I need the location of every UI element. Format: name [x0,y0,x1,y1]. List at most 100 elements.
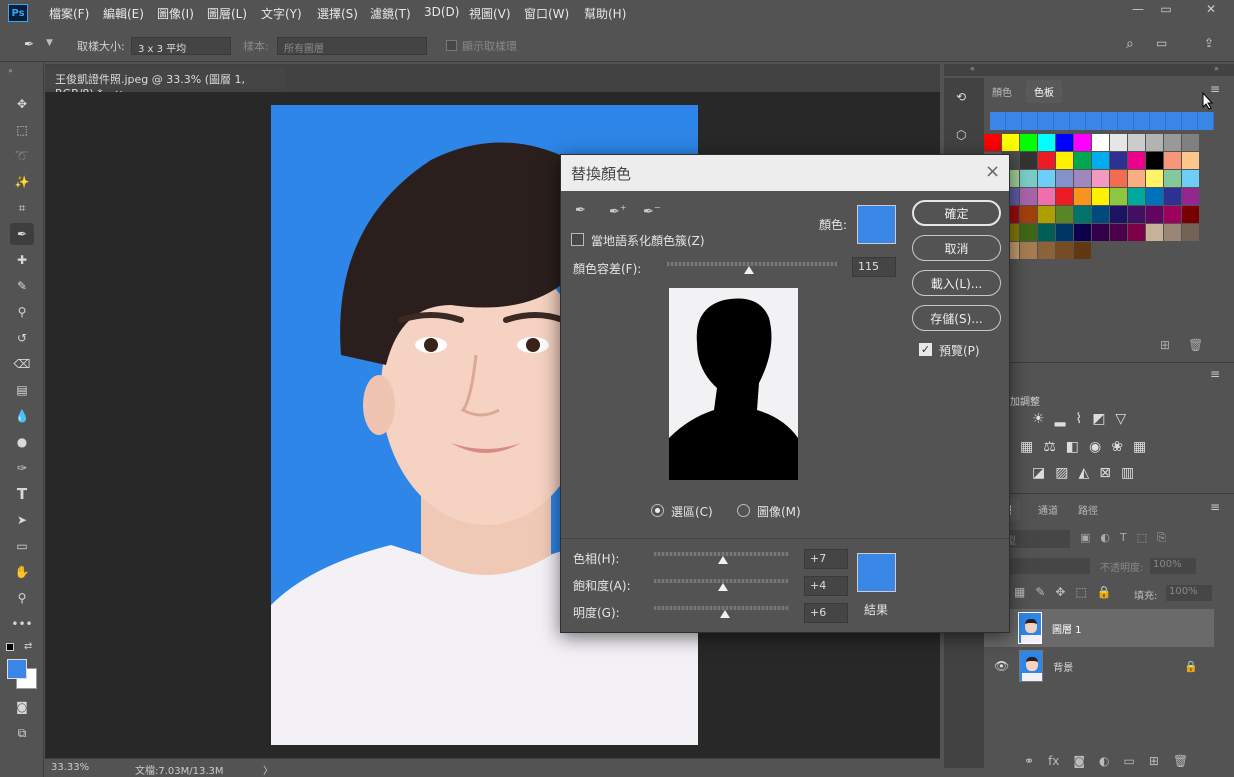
color-swatch[interactable] [1056,224,1073,241]
collapse-right-icon[interactable]: » [1214,64,1219,73]
color-swatch[interactable] [1038,206,1055,223]
color-swatch[interactable] [1164,134,1181,151]
color-swatch[interactable] [1110,152,1127,169]
close-window-icon[interactable]: ✕ [1199,2,1223,16]
color-swatch[interactable] [1128,170,1145,187]
exposure-icon[interactable]: ◩ [1092,411,1105,427]
menu-filter[interactable]: 濾鏡(T) [370,5,411,22]
tab-swatches[interactable]: 色板 [1026,80,1062,103]
lock-artboard-icon[interactable]: ⬚ [1075,585,1086,599]
minimize-icon[interactable]: — [1126,2,1150,16]
eyedropper-tool-icon[interactable]: ✒ [10,223,34,245]
save-button[interactable]: 存儲(S)... [912,305,1001,331]
color-swatch[interactable] [1128,134,1145,151]
menu-image[interactable]: 圖像(I) [157,5,194,22]
lightness-slider-thumb[interactable] [720,610,730,618]
collapse-left-icon[interactable]: « [970,64,975,73]
color-swatch[interactable] [1182,134,1199,151]
color-swatch[interactable] [1092,188,1109,205]
new-group-icon[interactable]: ▭ [1124,754,1135,768]
color-swatch[interactable] [1038,224,1055,241]
menu-type[interactable]: 文字(Y) [261,5,302,22]
color-swatch[interactable] [1182,170,1199,187]
selective-color-icon[interactable]: ⊠ [1099,465,1111,481]
layer-row[interactable]: 👁 背景 🔒 [984,647,1214,685]
color-swatch[interactable] [1038,242,1055,259]
default-colors-icon[interactable] [6,643,14,651]
marquee-tool-icon[interactable]: ⬚ [10,119,34,141]
saturation-slider-thumb[interactable] [718,583,728,591]
lock-transparent-icon[interactable]: ▦ [1014,585,1025,599]
pen-tool-icon[interactable]: ✑ [10,457,34,479]
color-swatch[interactable] [1020,170,1037,187]
3d-panel-icon[interactable]: ⬡ [956,128,966,142]
fuzziness-slider-thumb[interactable] [743,266,754,274]
eyedropper-icon[interactable]: ✒ [575,203,586,218]
filter-type-icon[interactable]: T [1120,531,1127,545]
show-ring-checkbox[interactable] [446,40,457,51]
history-brush-icon[interactable]: ↺ [10,327,34,349]
filter-shape-icon[interactable]: ⬚ [1137,531,1147,545]
search-icon[interactable]: ⌕ [1126,36,1134,52]
tab-paths[interactable]: 路徑 [1070,498,1106,521]
color-swatch[interactable] [1038,134,1055,151]
color-swatch[interactable] [1074,188,1091,205]
eraser-tool-icon[interactable]: ⌫ [10,353,34,375]
filter-adjust-icon[interactable]: ◐ [1100,531,1110,545]
share-icon[interactable]: ⇪ [1204,36,1214,50]
threshold-icon[interactable]: ◭ [1078,465,1089,481]
menu-layer[interactable]: 圖層(L) [207,5,247,22]
move-tool-icon[interactable]: ✥ [10,93,34,115]
preview-checkbox[interactable]: ✓ [919,343,932,356]
levels-icon[interactable]: ▂ [1055,411,1066,427]
color-swatch[interactable] [1074,224,1091,241]
color-swatch[interactable] [1038,152,1055,169]
menu-3d[interactable]: 3D(D) [424,5,459,19]
vibrance-icon[interactable]: ▽ [1115,411,1126,427]
new-adjustment-icon[interactable]: ◐ [1099,754,1109,768]
lock-pixels-icon[interactable]: ✎ [1035,585,1045,599]
color-swatch[interactable] [1056,206,1073,223]
color-swatch[interactable] [1074,170,1091,187]
new-swatch-icon[interactable]: ⊞ [1160,338,1170,352]
color-swatch[interactable] [1146,188,1163,205]
color-swatch[interactable] [1074,242,1091,259]
delete-layer-icon[interactable]: 🗑 [1173,754,1188,768]
color-swatch[interactable] [1020,188,1037,205]
color-swatch[interactable] [1074,134,1091,151]
menu-file[interactable]: 檔案(F) [49,5,89,22]
menu-select[interactable]: 選擇(S) [317,5,358,22]
tab-channels[interactable]: 通道 [1030,498,1066,521]
color-swatch[interactable] [1074,206,1091,223]
cancel-button[interactable]: 取消 [912,235,1001,261]
maximize-icon[interactable]: ▭ [1154,2,1178,16]
blur-tool-icon[interactable]: 💧 [10,405,34,427]
color-swatch[interactable] [1128,152,1145,169]
color-swatch[interactable] [1182,224,1199,241]
color-swatch[interactable] [1056,188,1073,205]
more-tools-icon[interactable]: ••• [10,613,34,635]
status-arrow-icon[interactable]: 〉 [263,762,273,777]
image-radio[interactable] [737,504,750,517]
color-swatch[interactable] [1020,152,1037,169]
hue-saturation-icon[interactable]: ▦ [1020,439,1033,455]
gradient-map-icon[interactable]: ▥ [1121,465,1134,481]
panel-menu-icon[interactable]: ≡ [1210,500,1220,514]
swatch-grid[interactable] [984,134,1200,314]
swap-colors-icon[interactable]: ⇄ [24,641,32,652]
color-swatch[interactable] [1164,188,1181,205]
color-swatch[interactable] [1146,170,1163,187]
opacity-field[interactable]: 100% [1150,558,1196,574]
color-swatch[interactable] [1110,170,1127,187]
new-layer-icon[interactable]: ⊞ [1149,754,1159,768]
ok-button[interactable]: 確定 [912,200,1001,226]
recent-swatches[interactable] [990,112,1214,130]
workspace-icon[interactable]: ▭ [1156,36,1167,50]
brush-tool-icon[interactable]: ✎ [10,275,34,297]
color-swatch[interactable] [1092,134,1109,151]
color-swatch[interactable] [1020,134,1037,151]
menu-window[interactable]: 窗口(W) [524,5,569,22]
gradient-tool-icon[interactable]: ▤ [10,379,34,401]
tab-color[interactable]: 顏色 [984,80,1020,103]
color-swatch[interactable] [1056,242,1073,259]
